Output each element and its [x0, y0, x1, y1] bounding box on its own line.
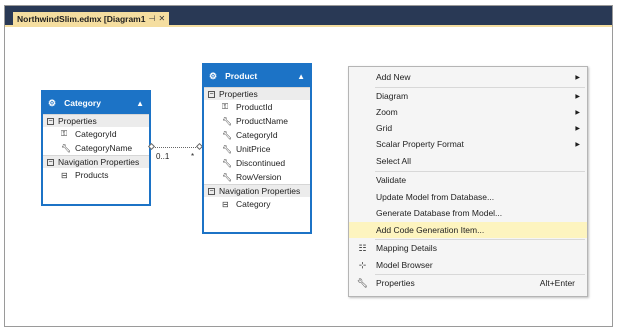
mapping-icon: ☷ [358, 242, 367, 253]
entity-name: Product [225, 71, 258, 81]
menu-item-label: Scalar Property Format [376, 139, 464, 149]
navigation-section-header[interactable]: − Navigation Properties [204, 184, 310, 197]
property-row[interactable]: 🔧︎ CategoryId [204, 128, 310, 142]
document-tab[interactable]: NorthwindSlim.edmx [Diagram1 ⊣ ✕ [13, 12, 170, 25]
property-name: Category [236, 199, 271, 209]
submenu-arrow-icon: ▶ [575, 125, 580, 132]
property-row[interactable]: 🔧︎ RowVersion [204, 170, 310, 184]
property-name: RowVersion [236, 172, 282, 182]
tab-accent-line [5, 25, 612, 27]
wrench-icon: 🔧︎ [61, 143, 72, 153]
menu-item-label: Model Browser [376, 260, 433, 270]
menu-item-validate[interactable]: Validate [349, 172, 587, 188]
entity-icon: ⚙ [48, 97, 57, 108]
document-tab-title: NorthwindSlim.edmx [Diagram1 [17, 13, 146, 24]
menu-item-shortcut: Alt+Enter [539, 278, 575, 288]
collapse-chevron-icon[interactable]: ▲ [297, 72, 305, 81]
entity-header[interactable]: ⚙ Category ▲ [43, 92, 149, 114]
entity-product[interactable]: ⚙ Product ▲ − Properties ⚿ ProductId 🔧︎ … [202, 63, 312, 234]
properties-section-header[interactable]: − Properties [43, 114, 149, 127]
entity-name: Category [64, 98, 101, 108]
menu-item-add-new[interactable]: Add New ▶ [349, 69, 587, 85]
menu-item-label: Add Code Generation Item... [376, 225, 485, 235]
entity-icon: ⚙ [209, 70, 218, 81]
wrench-icon: 🔧︎ [356, 277, 369, 288]
menu-item-mapping-details[interactable]: ☷ Mapping Details [349, 240, 587, 256]
wrench-icon: 🔧︎ [222, 172, 233, 182]
navigation-section-header[interactable]: − Navigation Properties [43, 155, 149, 168]
key-icon: ⚿ [61, 129, 68, 138]
property-row[interactable]: ⚿ CategoryId [43, 127, 149, 141]
section-label: Properties [58, 116, 97, 126]
menu-item-generate-database[interactable]: Generate Database from Model... [349, 205, 587, 221]
key-icon: ⚿ [222, 102, 229, 111]
section-label: Navigation Properties [58, 157, 140, 167]
collapse-minus-icon[interactable]: − [47, 117, 54, 125]
menu-item-label: Zoom [376, 107, 398, 117]
wrench-icon: 🔧︎ [222, 144, 233, 154]
entity-header[interactable]: ⚙ Product ▲ [204, 65, 310, 87]
submenu-arrow-icon: ▶ [575, 93, 580, 100]
menu-item-label: Properties [376, 278, 415, 288]
context-menu: Add New ▶ Diagram ▶ Zoom ▶ Grid ▶ Scalar… [348, 66, 588, 297]
menu-item-properties[interactable]: 🔧︎ Properties Alt+Enter [349, 275, 587, 291]
property-name: Products [75, 170, 109, 180]
close-icon[interactable]: ✕ [158, 14, 165, 23]
menu-item-label: Select All [376, 156, 411, 166]
property-row[interactable]: 🔧︎ UnitPrice [204, 142, 310, 156]
menu-item-label: Diagram [376, 91, 409, 101]
multiplicity-left: 0..1 [156, 152, 170, 161]
menu-item-label: Add New [376, 72, 411, 82]
collapse-minus-icon[interactable]: − [208, 90, 215, 98]
property-row[interactable]: 🔧︎ Discontinued [204, 156, 310, 170]
submenu-arrow-icon: ▶ [575, 109, 580, 116]
wrench-icon: 🔧︎ [222, 116, 233, 126]
property-row[interactable]: 🔧︎ ProductName [204, 114, 310, 128]
property-row[interactable]: 🔧︎ CategoryName [43, 141, 149, 155]
navigation-property-icon: ⊟ [222, 199, 229, 209]
menu-item-label: Update Model from Database... [376, 192, 495, 202]
section-label: Properties [219, 89, 258, 99]
menu-item-model-browser[interactable]: ⊹ Model Browser [349, 257, 587, 273]
section-label: Navigation Properties [219, 186, 301, 196]
submenu-arrow-icon: ▶ [575, 74, 580, 81]
collapse-chevron-icon[interactable]: ▲ [136, 99, 144, 108]
wrench-icon: 🔧︎ [222, 130, 233, 140]
navigation-property-row[interactable]: ⊟ Products [43, 168, 149, 182]
menu-item-label: Generate Database from Model... [376, 208, 503, 218]
menu-item-scalar-property-format[interactable]: Scalar Property Format ▶ [349, 136, 587, 152]
property-name: Discontinued [236, 158, 286, 168]
menu-item-label: Grid [376, 123, 393, 133]
menu-item-grid[interactable]: Grid ▶ [349, 120, 587, 136]
menu-item-add-code-generation[interactable]: Add Code Generation Item... [349, 222, 587, 238]
menu-item-select-all[interactable]: Select All [349, 153, 587, 169]
navigation-property-row[interactable]: ⊟ Category [204, 197, 310, 211]
property-row[interactable]: ⚿ ProductId [204, 100, 310, 114]
entity-category[interactable]: ⚙ Category ▲ − Properties ⚿ CategoryId 🔧… [41, 90, 151, 206]
multiplicity-right: * [191, 152, 195, 161]
property-name: ProductName [236, 116, 288, 126]
menu-item-zoom[interactable]: Zoom ▶ [349, 104, 587, 120]
association-line[interactable] [152, 147, 202, 148]
menu-item-label: Validate [376, 175, 407, 185]
wrench-icon: 🔧︎ [222, 158, 233, 168]
navigation-property-icon: ⊟ [61, 170, 68, 180]
collapse-minus-icon[interactable]: − [208, 187, 215, 195]
pin-icon[interactable]: ⊣ [148, 14, 155, 23]
menu-item-update-model[interactable]: Update Model from Database... [349, 189, 587, 205]
property-name: ProductId [236, 102, 273, 112]
document-title-bar: NorthwindSlim.edmx [Diagram1 ⊣ ✕ [5, 6, 612, 25]
submenu-arrow-icon: ▶ [575, 141, 580, 148]
property-name: CategoryId [75, 129, 117, 139]
menu-item-diagram[interactable]: Diagram ▶ [349, 88, 587, 104]
property-name: UnitPrice [236, 144, 271, 154]
collapse-minus-icon[interactable]: − [47, 158, 54, 166]
property-name: CategoryId [236, 130, 278, 140]
property-name: CategoryName [75, 143, 133, 153]
tree-icon: ⊹ [358, 259, 367, 270]
menu-item-label: Mapping Details [376, 243, 437, 253]
properties-section-header[interactable]: − Properties [204, 87, 310, 100]
